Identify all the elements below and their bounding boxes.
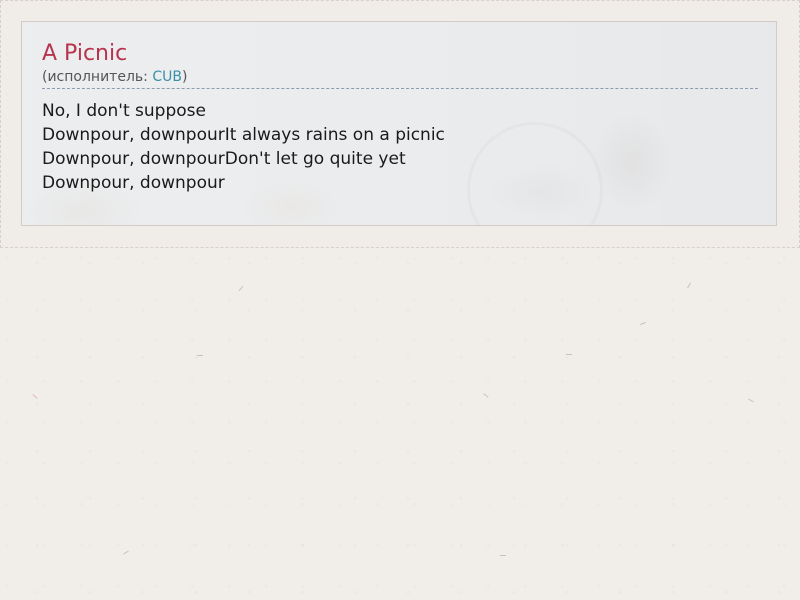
paper-speck bbox=[500, 555, 506, 556]
paper-speck bbox=[123, 550, 129, 555]
lyrics-content: A Picnic (исполнитель: CUB) No, I don't … bbox=[42, 40, 758, 195]
paper-speck bbox=[687, 282, 691, 289]
lyric-line: No, I don't suppose bbox=[42, 101, 206, 121]
paper-speck bbox=[483, 393, 489, 398]
performer-suffix: ) bbox=[181, 69, 188, 85]
lyric-line: Downpour, downpourDon't let go quite yet bbox=[42, 149, 406, 169]
performer-link[interactable]: CUB bbox=[152, 69, 182, 85]
paper-speck bbox=[238, 285, 244, 292]
lyric-line: Downpour, downpourIt always rains on a p… bbox=[42, 125, 445, 145]
paper-speck bbox=[32, 394, 38, 399]
lyrics-card: A Picnic (исполнитель: CUB) No, I don't … bbox=[21, 21, 777, 226]
lyric-line: Downpour, downpour bbox=[42, 173, 225, 193]
performer-prefix: (исполнитель: bbox=[42, 69, 153, 85]
paper-speck bbox=[566, 354, 572, 355]
performer-line: (исполнитель: CUB) bbox=[42, 68, 758, 89]
lyrics-text: No, I don't suppose Downpour, downpourIt… bbox=[42, 99, 758, 195]
paper-speck bbox=[197, 355, 203, 356]
paper-speck bbox=[640, 322, 646, 325]
song-title: A Picnic bbox=[42, 41, 128, 66]
paper-speck bbox=[748, 398, 754, 403]
